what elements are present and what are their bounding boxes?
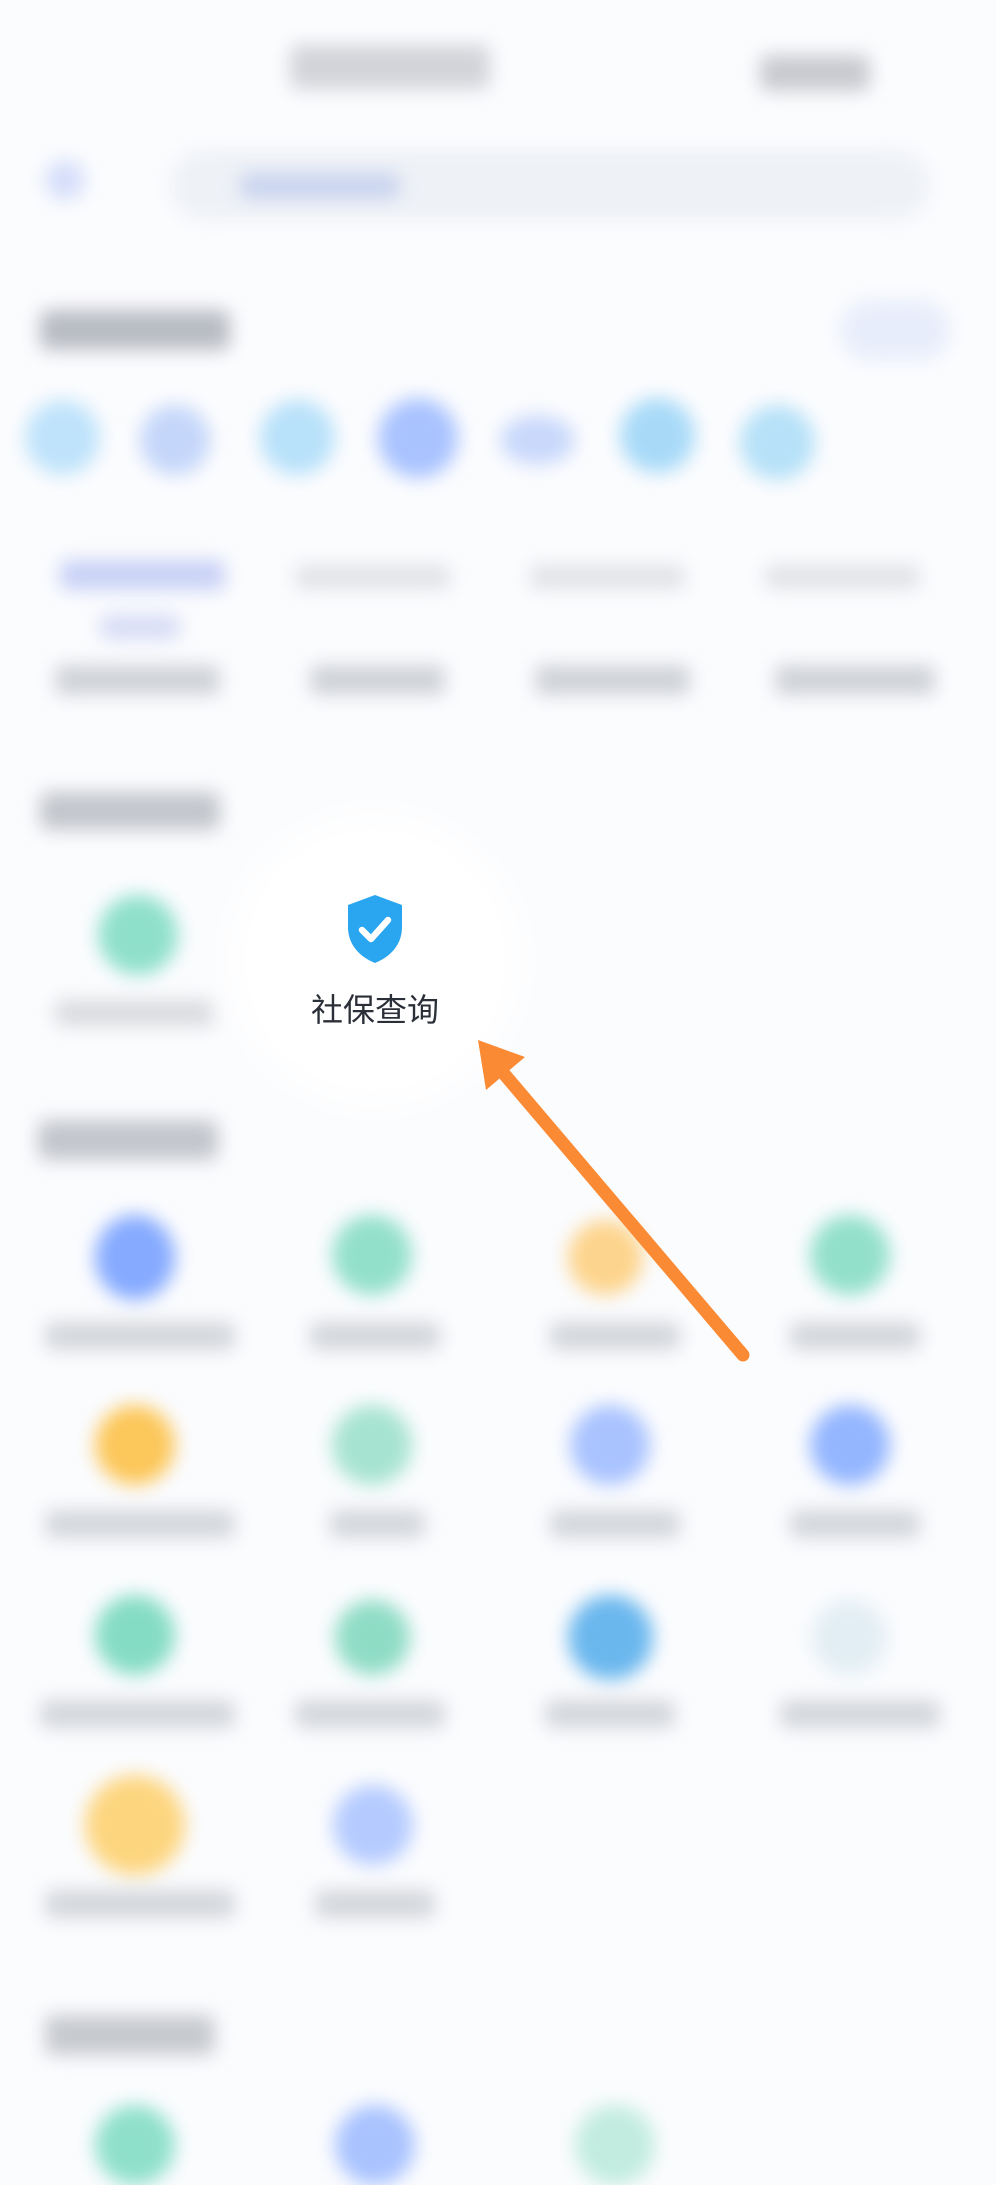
arrow-shaft xyxy=(498,1068,750,1362)
annotation-arrow xyxy=(478,1040,750,1362)
